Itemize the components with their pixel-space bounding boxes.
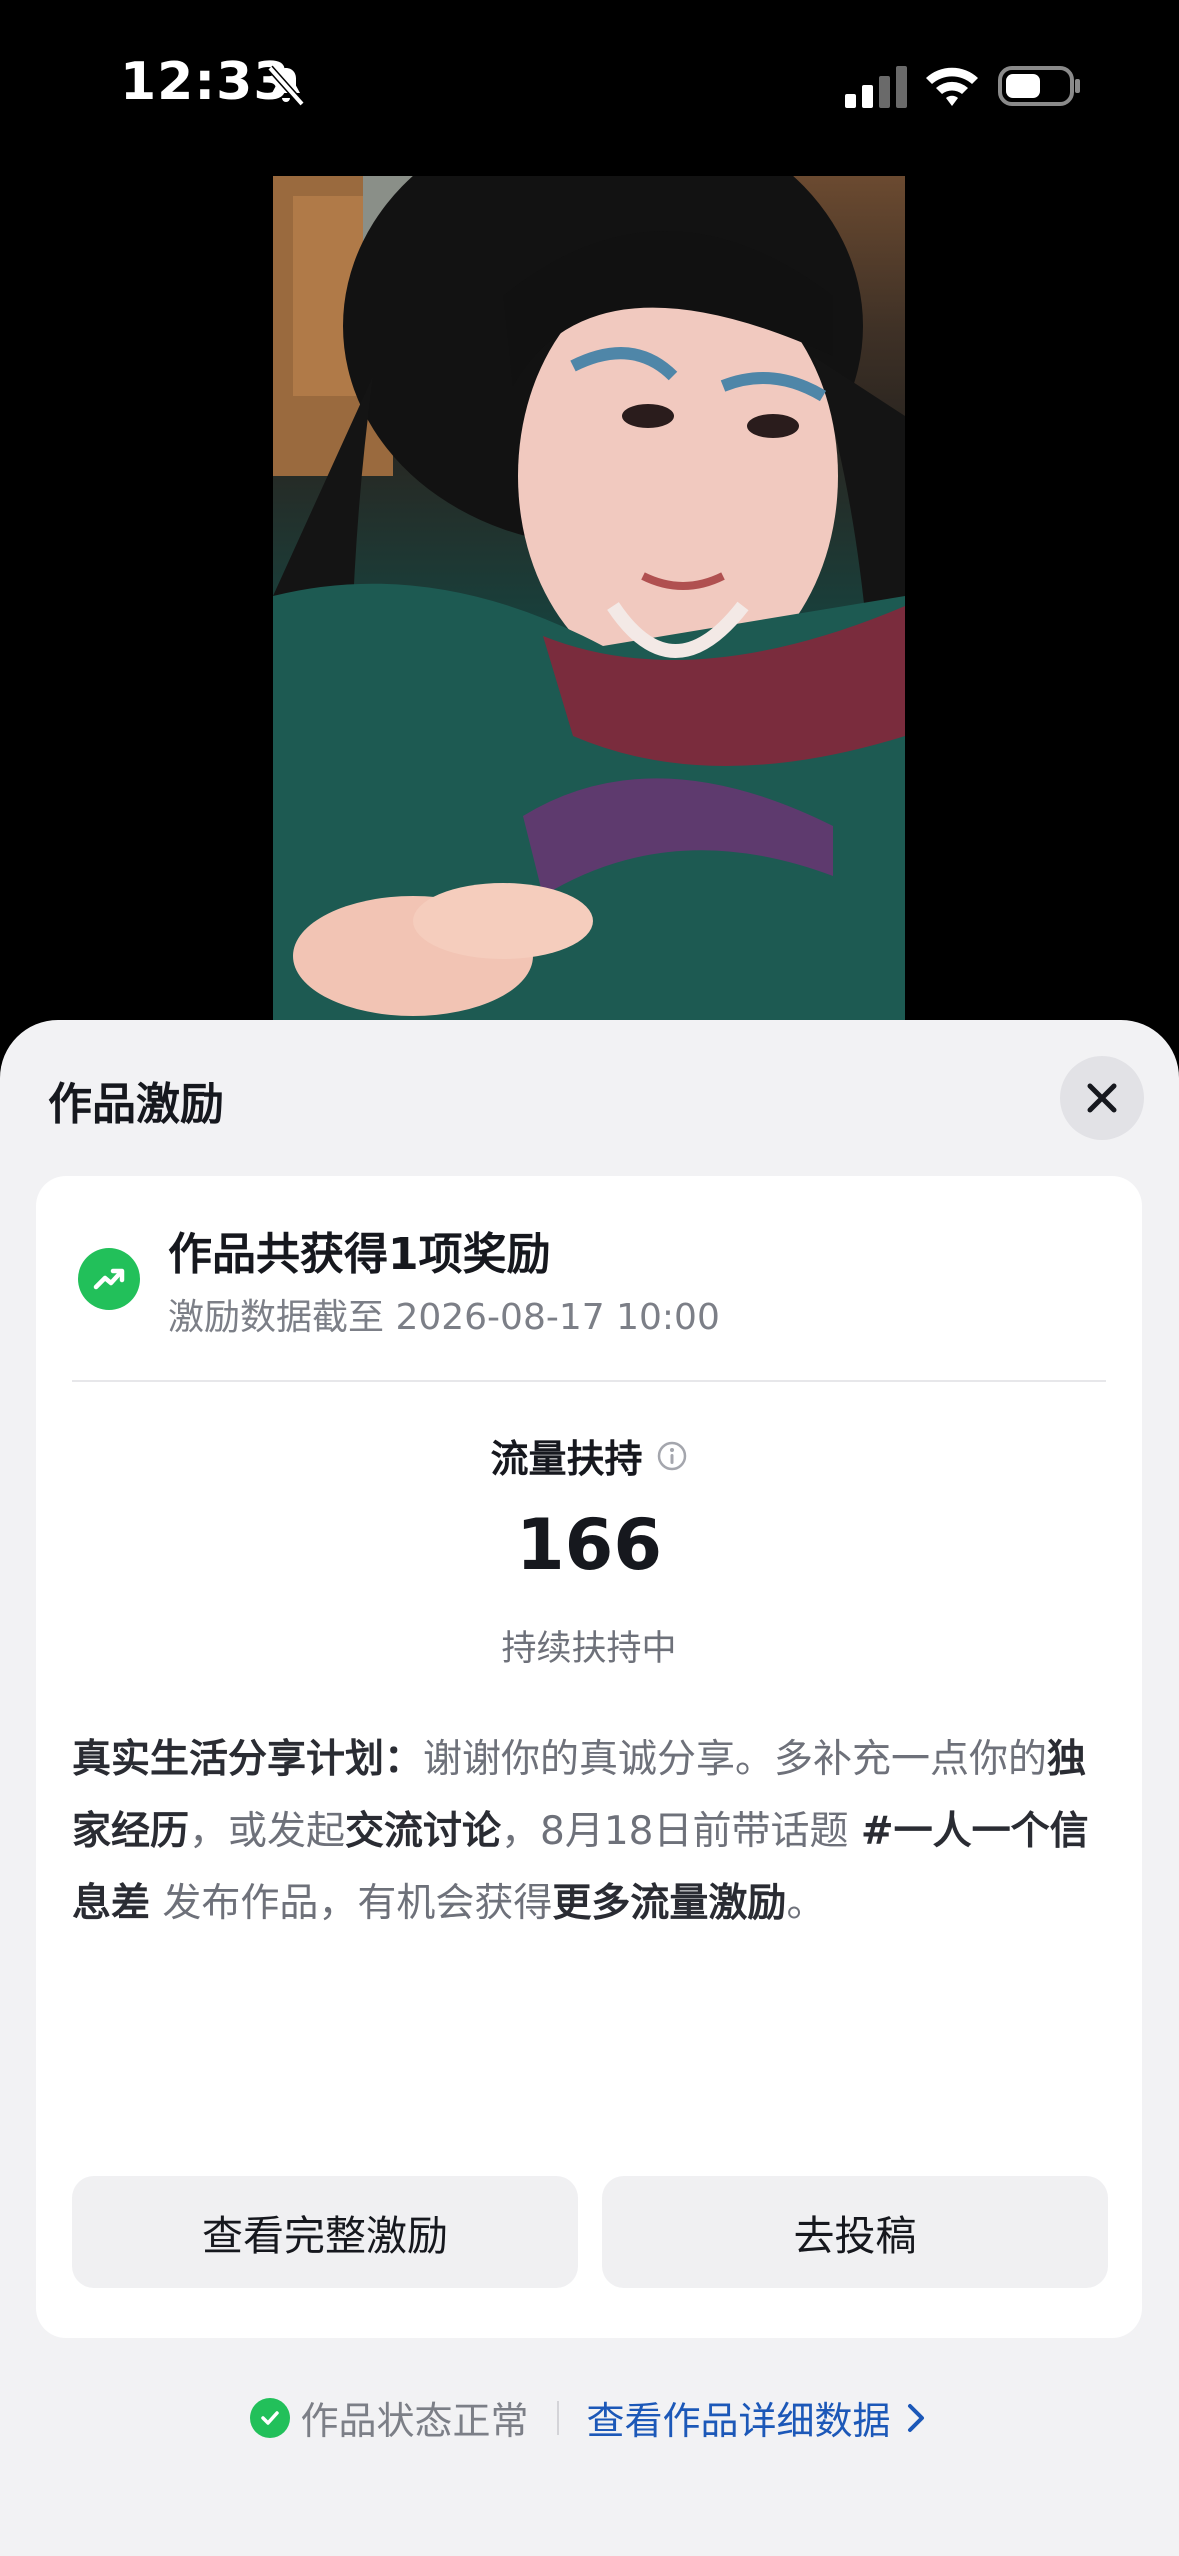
- reward-title: 作品共获得1项奖励: [168, 1229, 551, 1280]
- plan-highlight: 交流讨论: [345, 1809, 502, 1854]
- battery-icon: [998, 66, 1080, 106]
- plan-description: 真实生活分享计划：谢谢你的真诚分享。多补充一点你的独家经历，或发起交流讨论，8月…: [72, 1724, 1112, 1940]
- plan-text: ，8月18日前带话题: [501, 1809, 861, 1854]
- plan-highlight: 更多流量激励: [552, 1881, 787, 1926]
- info-icon[interactable]: [656, 1440, 688, 1472]
- metric-label-row: 流量扶持: [36, 1428, 1142, 1483]
- divider: [72, 1380, 1106, 1382]
- video-preview[interactable]: [273, 176, 905, 1026]
- check-circle-icon: [250, 2397, 291, 2438]
- wifi-icon: [926, 67, 978, 106]
- close-icon: [1087, 1083, 1117, 1113]
- close-button[interactable]: [1060, 1056, 1144, 1140]
- plan-text: 发布作品，有机会获得: [150, 1881, 553, 1926]
- submit-work-button[interactable]: 去投稿: [602, 2176, 1108, 2288]
- separator: [556, 2400, 559, 2435]
- plan-text: 谢谢你的真诚分享。多补充一点你的: [423, 1737, 1048, 1782]
- view-full-incentive-button[interactable]: 查看完整激励: [72, 2176, 578, 2288]
- plan-text: ，或发起: [189, 1809, 346, 1854]
- trend-up-icon: [78, 1248, 140, 1310]
- status-bar: 12:33: [0, 0, 1179, 170]
- view-detail-data-link[interactable]: 查看作品详细数据: [587, 2390, 929, 2445]
- reward-data-date: 激励数据截至 2026-08-17 10:00: [168, 1297, 720, 1338]
- work-status-text: 作品状态正常: [300, 2399, 529, 2443]
- video-frame-image: [273, 176, 905, 1026]
- chevron-right-icon: [907, 2403, 924, 2432]
- plan-text: 。: [786, 1881, 826, 1926]
- sheet-title: 作品激励: [48, 1079, 224, 1130]
- plan-lead: 真实生活分享计划：: [72, 1737, 424, 1782]
- metric-status: 持续扶持中: [501, 1629, 677, 1669]
- cellular-signal-icon: [845, 66, 907, 108]
- view-detail-data-label: 查看作品详细数据: [586, 2399, 891, 2443]
- metric-label: 流量扶持: [490, 1437, 643, 1481]
- bell-muted-icon: [267, 65, 305, 107]
- footer: 作品状态正常 查看作品详细数据: [0, 2390, 1179, 2445]
- incentive-sheet: 作品激励 作品共获得1项奖励 激励数据截至 2026-08-17 10:00 流…: [0, 1020, 1179, 2556]
- metric-value: 166: [515, 1504, 663, 1586]
- reward-card: 作品共获得1项奖励 激励数据截至 2026-08-17 10:00 流量扶持 1…: [36, 1176, 1142, 2338]
